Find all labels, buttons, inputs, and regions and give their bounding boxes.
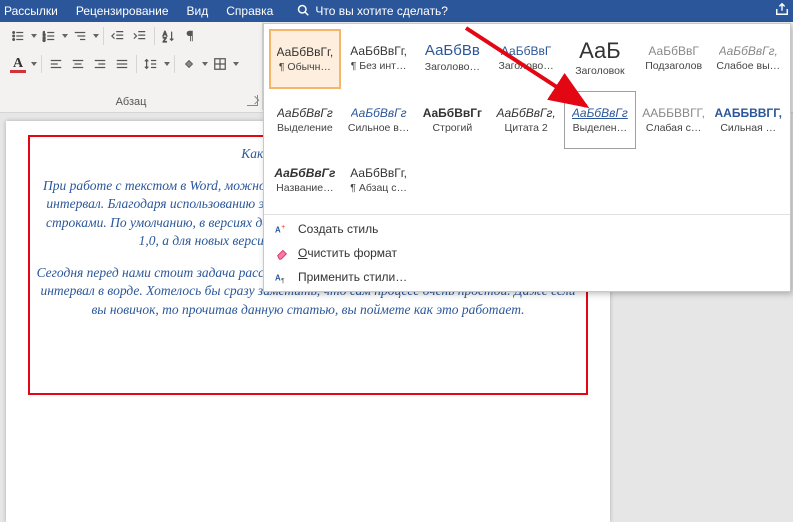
sort-button[interactable]: AZ (159, 26, 179, 46)
style-безинт[interactable]: АаБбВвГг, ¶ Без инт… (343, 29, 415, 87)
style-заголово[interactable]: АаБбВв Заголово… (417, 29, 489, 87)
search-icon (297, 4, 309, 19)
bullets-button[interactable] (8, 26, 28, 46)
apply-styles-menuitem[interactable]: A¶ Применить стили… (264, 265, 790, 289)
paragraph-dialog-launcher[interactable] (247, 95, 258, 106)
paragraph-group-label: Абзац (0, 96, 262, 108)
tell-me-search[interactable]: Что вы хотите сделать? (297, 4, 448, 19)
style-preview: АаБбВвГг, (719, 45, 778, 57)
style-preview: АаБбВвГг (277, 107, 333, 119)
svg-text:A: A (275, 274, 281, 283)
justify-button[interactable] (112, 54, 132, 74)
style-preview: АаБ (579, 40, 621, 62)
style-абзацс[interactable]: АаБбВвГг, ¶ Абзац с… (343, 151, 415, 209)
style-name-label: Слабая с… (646, 122, 702, 134)
style-preview: АаБбВвГг, (350, 45, 407, 57)
style-preview: ААББВВГГ, (715, 107, 783, 119)
style-name-label: Заголово… (498, 60, 553, 72)
style-name-label: Сильное в… (348, 122, 410, 134)
eraser-icon (274, 245, 290, 261)
line-spacing-button[interactable] (141, 54, 161, 74)
style-название[interactable]: АаБбВвГг Название… (269, 151, 341, 209)
style-выделен[interactable]: АаБбВвГг Выделен… (564, 91, 636, 149)
style-name-label: Сильная … (720, 122, 776, 134)
style-заголовок[interactable]: АаБ Заголовок (564, 29, 636, 87)
decrease-indent-button[interactable] (108, 26, 128, 46)
style-preview: АаБбВвГг, (496, 107, 555, 119)
style-preview: АаБбВвГг (423, 107, 482, 119)
create-style-menuitem[interactable]: A+ Создать стиль (264, 217, 790, 241)
svg-text:A: A (275, 226, 281, 235)
styles-gallery-dropdown: АаБбВвГг,¶ Обычн…АаБбВвГг,¶ Без инт…АаБб… (263, 23, 791, 292)
style-слабоевы[interactable]: АаБбВвГг, Слабое вы… (712, 29, 786, 87)
svg-text:3: 3 (43, 37, 46, 42)
align-right-button[interactable] (90, 54, 110, 74)
font-color-button[interactable]: A (8, 54, 28, 74)
style-name-label: Цитата 2 (505, 122, 548, 134)
borders-button[interactable] (210, 54, 230, 74)
style-preview: АаБбВвГг (351, 107, 407, 119)
style-name-label: Название… (276, 182, 333, 194)
style-preview: АаБбВвГг (572, 107, 628, 119)
svg-text:Z: Z (163, 37, 167, 43)
menu-mailings[interactable]: Рассылки (4, 4, 58, 18)
style-preview: ААББВВГГ, (642, 107, 705, 119)
style-preview: АаБбВвГг, (277, 46, 334, 58)
style-preview: АаБбВвГ (501, 45, 551, 57)
style-name-label: Выделение (277, 122, 333, 134)
menu-help[interactable]: Справка (226, 4, 273, 18)
clear-format-menuitem[interactable]: Очистить формат (264, 241, 790, 265)
numbering-button[interactable]: 123 (39, 26, 59, 46)
shading-button[interactable] (179, 54, 199, 74)
style-заголово[interactable]: АаБбВвГ Заголово… (490, 29, 562, 87)
style-preview: АаБбВвГг (274, 167, 335, 179)
style-name-label: Подзаголов (645, 60, 702, 72)
style-name-label: Выделен… (573, 122, 627, 134)
style-name-label: Заголово… (425, 61, 480, 73)
style-name-label: ¶ Обычн… (279, 61, 331, 73)
style-цитата2[interactable]: АаБбВвГг, Цитата 2 (490, 91, 562, 149)
menubar: Рассылки Рецензирование Вид Справка Что … (0, 0, 793, 22)
svg-text:¶: ¶ (281, 277, 285, 284)
menu-review[interactable]: Рецензирование (76, 4, 169, 18)
align-left-button[interactable] (46, 54, 66, 74)
align-center-button[interactable] (68, 54, 88, 74)
style-name-label: Слабое вы… (716, 60, 780, 72)
style-name-label: Строгий (433, 122, 473, 134)
style-обычн[interactable]: АаБбВвГг, ¶ Обычн… (269, 29, 341, 89)
style-preview: АаБбВв (425, 43, 480, 58)
style-слабаяс[interactable]: ААББВВГГ, Слабая с… (638, 91, 710, 149)
style-сильная[interactable]: ААББВВГГ, Сильная … (712, 91, 786, 149)
increase-indent-button[interactable] (130, 26, 150, 46)
style-name-label: ¶ Без инт… (351, 60, 407, 72)
multilevel-list-button[interactable] (70, 26, 90, 46)
style-preview: АаБбВвГг, (350, 167, 407, 179)
paragraph-group: 123 AZ A Абзац (0, 22, 263, 110)
style-выделение[interactable]: АаБбВвГг Выделение (269, 91, 341, 149)
menu-view[interactable]: Вид (187, 4, 209, 18)
svg-text:+: + (281, 224, 285, 231)
apply-styles-icon: A¶ (274, 269, 290, 285)
style-подзаголов[interactable]: АаБбВвГ Подзаголов (638, 29, 710, 87)
tell-me-placeholder: Что вы хотите сделать? (315, 4, 448, 18)
style-name-label: ¶ Абзац с… (350, 182, 407, 194)
style-сильноев[interactable]: АаБбВвГг Сильное в… (343, 91, 415, 149)
show-marks-button[interactable] (181, 26, 201, 46)
style-preview: АаБбВвГ (648, 45, 698, 57)
create-style-icon: A+ (274, 221, 290, 237)
style-name-label: Заголовок (575, 65, 624, 77)
share-icon[interactable] (775, 2, 789, 19)
style-строгий[interactable]: АаБбВвГг Строгий (417, 91, 489, 149)
